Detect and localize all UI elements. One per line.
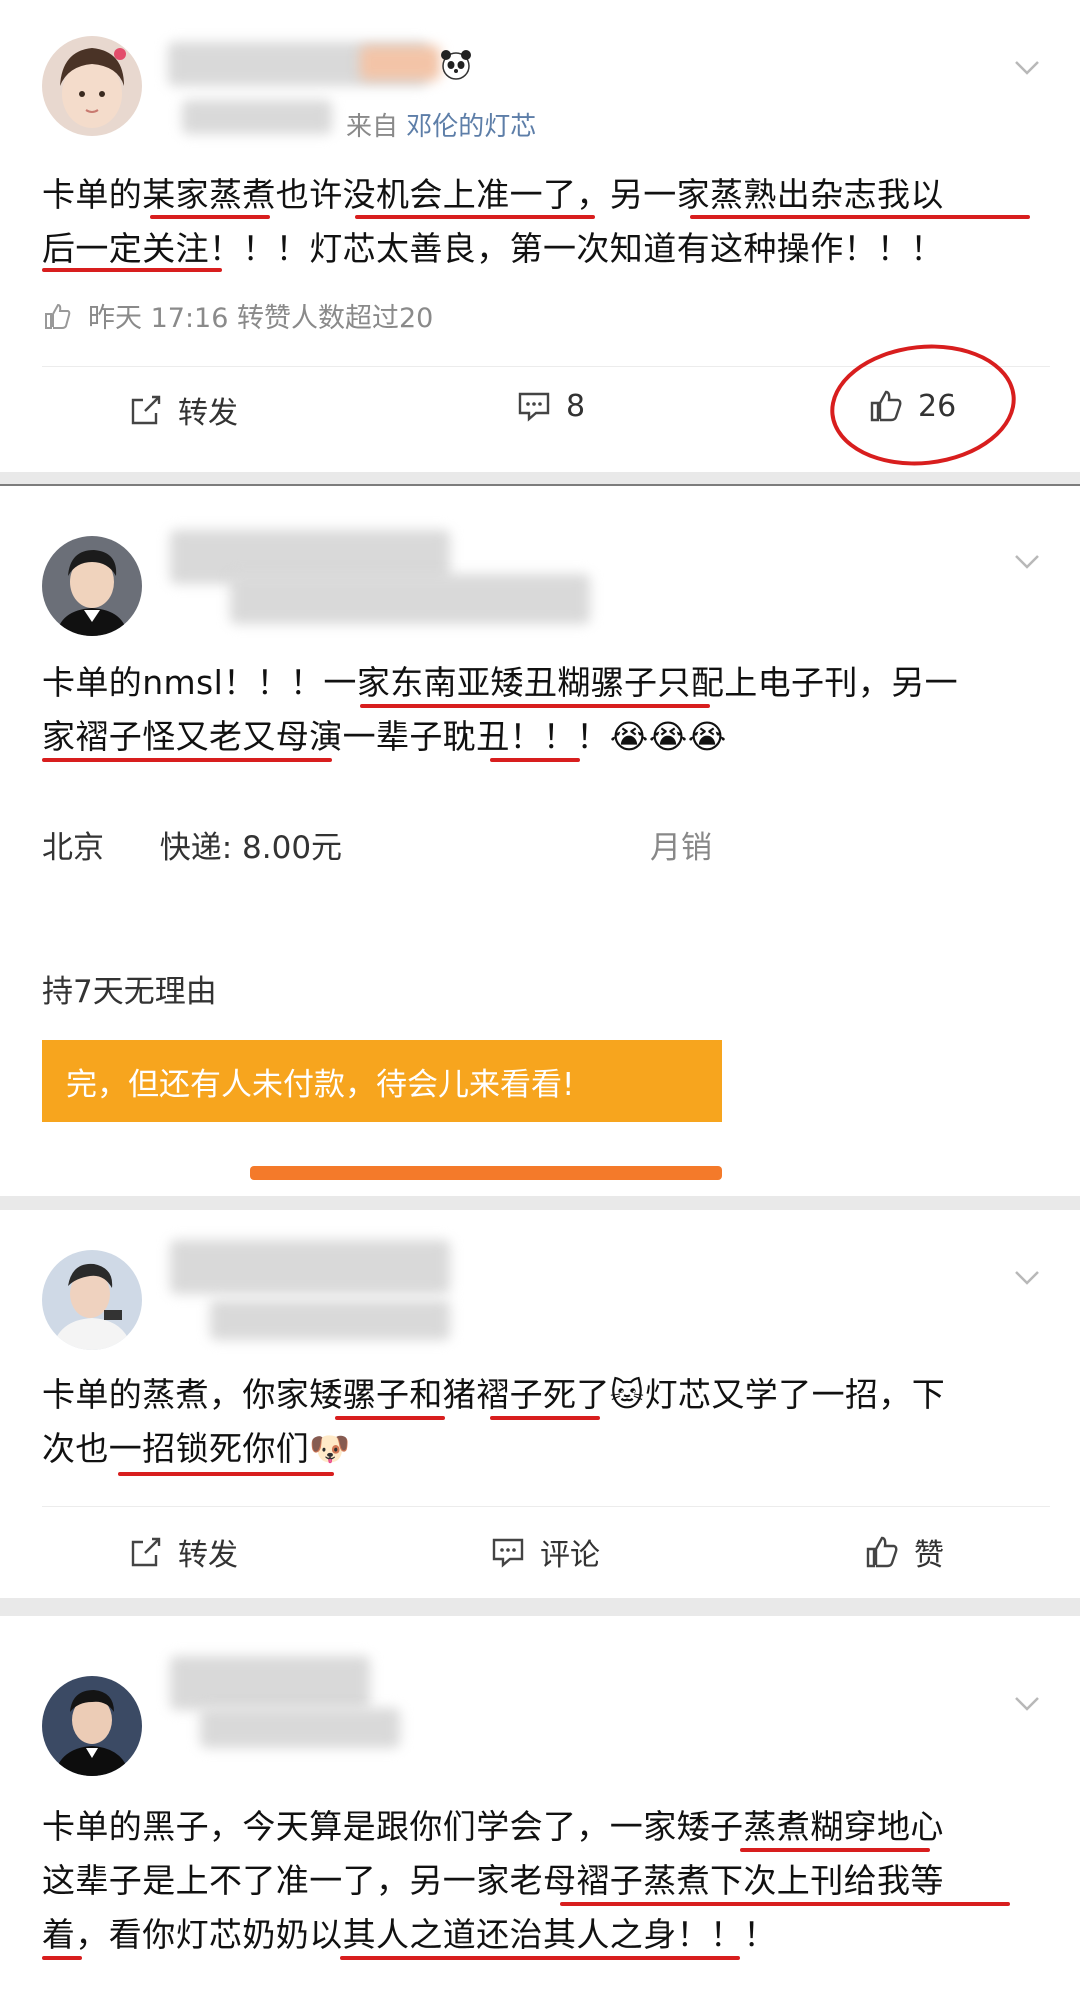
avatar[interactable]: [42, 536, 142, 636]
username-blurred[interactable]: [170, 1656, 370, 1710]
post-text-line: 次也一招锁死你们🐶: [42, 1429, 351, 1468]
ad-city: 北京: [42, 830, 104, 866]
ad-banner-text: 完，但还有人未付款，待会儿来看看!: [66, 1066, 575, 1103]
red-annotation-underline: [42, 268, 222, 272]
red-annotation-underline: [335, 1416, 445, 1420]
repost-button[interactable]: 转发: [128, 1530, 238, 1574]
comment-button[interactable]: 评论: [490, 1530, 600, 1574]
post-text-line: 家褶子怪又老又母演一辈子耽丑！！！😭😭😭: [42, 717, 727, 756]
avatar[interactable]: [42, 1250, 142, 1350]
post-meta: 昨天 17:16 转赞人数超过20: [42, 296, 433, 335]
repost-icon: [131, 395, 161, 425]
red-annotation-underline: [340, 1956, 740, 1960]
red-annotation-underline: [490, 758, 580, 762]
verified-blurred: [182, 100, 332, 134]
post-text-line: 着，看你灯芯奶奶以其人之道还治其人之身！！！: [42, 1915, 777, 1954]
repost-label: 转发: [178, 1538, 238, 1573]
ad-return-policy: 持7天无理由: [42, 974, 217, 1010]
red-annotation-underline: [118, 1472, 334, 1476]
red-annotation-underline: [42, 1956, 82, 1960]
card-separator: [0, 1196, 1080, 1210]
comment-button[interactable]: 8: [516, 388, 585, 424]
red-annotation-circle: [824, 335, 1022, 472]
comment-icon: [518, 392, 550, 422]
red-annotation-underline: [490, 1416, 600, 1420]
thumbs-up-icon: [866, 1536, 898, 1568]
post-text-line: 卡单的nmsl！！！一家东南亚矮丑糊骡子只配上电子刊，另一: [42, 663, 959, 702]
chevron-down-icon[interactable]: [1010, 1686, 1044, 1720]
post-source: 来自 邓伦的灯芯: [346, 106, 536, 143]
username-blurred-2: [360, 46, 440, 80]
post-text: 卡单的蒸煮，你家矮骡子和猪褶子死了🐱灯芯又学了一招，下 次也一招锁死你们🐶: [42, 1368, 1050, 1476]
thumbs-up-icon: [45, 303, 71, 329]
source-link[interactable]: 邓伦的灯芯: [406, 112, 536, 142]
ad-banner[interactable]: 完，但还有人未付款，待会儿来看看!: [42, 1040, 722, 1122]
red-annotation-underline: [560, 1902, 1010, 1906]
chevron-down-icon[interactable]: [1010, 50, 1044, 84]
ad-shipping: 快递: 8.00元: [159, 830, 343, 866]
post-text-line: 卡单的某家蒸煮也许没机会上准一了，另一家蒸熟出杂志我以: [42, 175, 944, 214]
like-button[interactable]: 赞: [864, 1530, 944, 1574]
post-text-line: 卡单的蒸煮，你家矮骡子和猪褶子死了🐱灯芯又学了一招，下: [42, 1375, 946, 1414]
like-label: 赞: [914, 1538, 944, 1573]
verified-blurred: [210, 1300, 450, 1340]
username-blurred[interactable]: [170, 1240, 450, 1294]
source-prefix: 来自: [346, 112, 399, 142]
ad-banner-strip: [250, 1166, 722, 1180]
repost-button[interactable]: 转发: [128, 388, 238, 432]
post-text: 卡单的黑子，今天算是跟你们学会了，一家矮子蒸煮糊穿地心 这辈子是上不了准一了，另…: [42, 1800, 1050, 1962]
avatar[interactable]: [42, 36, 142, 136]
red-annotation-underline: [150, 215, 270, 219]
chevron-down-icon[interactable]: [1010, 1260, 1044, 1294]
red-annotation-underline: [42, 758, 332, 762]
comment-count: 8: [566, 388, 586, 424]
red-annotation-underline: [360, 704, 710, 708]
repost-icon: [131, 1537, 161, 1567]
comment-icon: [492, 1538, 524, 1568]
card-separator: [0, 1598, 1080, 1616]
red-annotation-underline: [740, 1848, 930, 1852]
post-card-1: 来自 邓伦的灯芯 卡单的某家蒸煮也许没机会上准一了，另一家蒸熟出杂志我以 后一定…: [0, 0, 1080, 472]
verified-blurred: [200, 1708, 400, 1748]
panda-emoji-icon: [441, 50, 471, 80]
post-card-2: 卡单的nmsl！！！一家东南亚矮丑糊骡子只配上电子刊，另一 家褶子怪又老又母演一…: [0, 486, 1080, 1200]
comment-label: 评论: [540, 1538, 600, 1573]
post-card-3: 卡单的蒸煮，你家矮骡子和猪褶子死了🐱灯芯又学了一招，下 次也一招锁死你们🐶 转发…: [0, 1210, 1080, 1598]
ad-shipping-row: 北京 快递: 8.00元: [42, 822, 342, 867]
avatar[interactable]: [42, 1676, 142, 1776]
divider: [42, 1506, 1050, 1507]
verified-blurred: [230, 574, 590, 624]
post-text-line: 卡单的黑子，今天算是跟你们学会了，一家矮子蒸煮糊穿地心: [42, 1807, 944, 1846]
post-meta-text: 昨天 17:16 转赞人数超过20: [88, 303, 434, 334]
post-text-line: 这辈子是上不了准一了，另一家老母褶子蒸煮下次上刊给我等: [42, 1861, 944, 1900]
red-annotation-underline: [355, 215, 595, 219]
post-text: 卡单的nmsl！！！一家东南亚矮丑糊骡子只配上电子刊，另一 家褶子怪又老又母演一…: [42, 656, 1050, 764]
post-text: 卡单的某家蒸煮也许没机会上准一了，另一家蒸熟出杂志我以 后一定关注！！！灯芯太善…: [42, 168, 1050, 276]
chevron-down-icon[interactable]: [1010, 544, 1044, 578]
repost-label: 转发: [178, 396, 238, 431]
post-card-4: 卡单的黑子，今天算是跟你们学会了，一家矮子蒸煮糊穿地心 这辈子是上不了准一了，另…: [0, 1616, 1080, 1995]
red-annotation-underline: [690, 215, 1030, 219]
ad-monthly-sales: 月销: [650, 830, 712, 866]
